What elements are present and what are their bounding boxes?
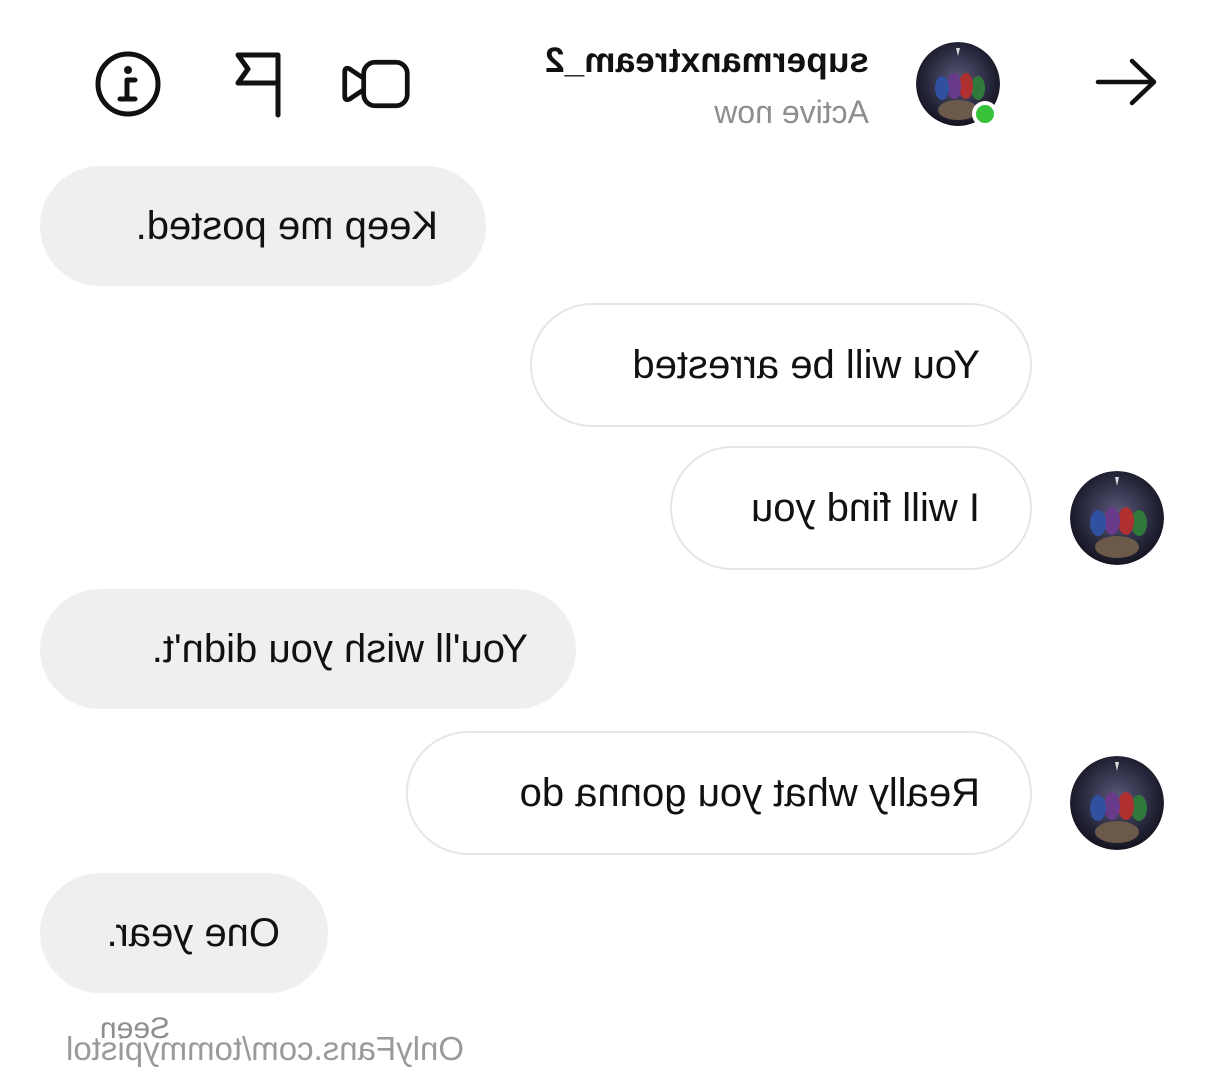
report-button[interactable] (222, 48, 294, 120)
active-status: Active now (714, 94, 869, 130)
message-text: You will be arrested (632, 343, 980, 387)
online-indicator (972, 101, 998, 127)
message-text: Keep me posted. (135, 204, 438, 248)
video-call-button[interactable] (340, 48, 412, 120)
message-bubble-contact[interactable]: Really what you gonna do (406, 731, 1032, 855)
message-text: One year. (106, 911, 280, 955)
contact-avatar[interactable] (916, 42, 1000, 127)
contact-avatar-small[interactable] (1070, 471, 1164, 565)
arrow-left-icon (1095, 58, 1157, 106)
contact-avatar-small[interactable] (1070, 756, 1164, 850)
message-text: You'll wish you didn't. (151, 627, 528, 671)
info-button[interactable] (92, 48, 164, 120)
chat-screen: supermanxtream_2 Active now Keep me post… (0, 0, 1206, 1079)
message-bubble-self[interactable]: One year. (40, 873, 328, 993)
message-bubble-self[interactable]: Keep me posted. (40, 166, 486, 286)
video-camera-icon (342, 59, 410, 109)
message-text: I will find you (751, 486, 980, 530)
contact-username[interactable]: supermanxtream_2 (545, 41, 869, 81)
watermark: OnlyFans.com/tommypistol (66, 1030, 464, 1067)
back-button[interactable] (1092, 52, 1162, 112)
flag-icon (235, 52, 281, 118)
info-icon (95, 51, 161, 117)
message-bubble-contact[interactable]: I will find you (670, 446, 1032, 570)
message-bubble-contact[interactable]: You will be arrested (530, 303, 1032, 427)
message-text: Really what you gonna do (519, 771, 980, 815)
message-bubble-self[interactable]: You'll wish you didn't. (40, 589, 576, 709)
